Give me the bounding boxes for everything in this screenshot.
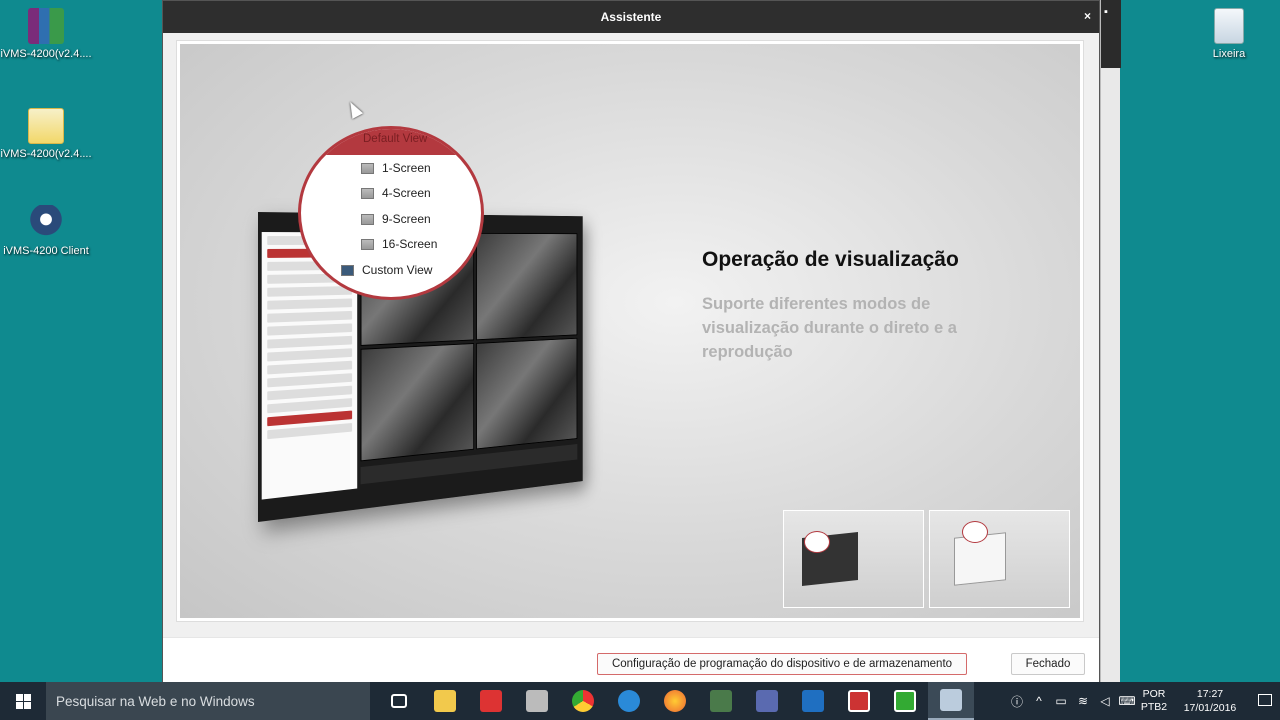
taskbar-app-x[interactable] xyxy=(468,682,514,720)
battery-icon[interactable]: ▭ xyxy=(1050,694,1072,708)
camera-view xyxy=(475,232,578,340)
callout-header-label: Default View xyxy=(363,133,428,145)
chrome-icon xyxy=(572,690,594,712)
taskbar-app-bookmark[interactable] xyxy=(836,682,882,720)
notification-icon xyxy=(1258,693,1272,706)
taskbar-chrome[interactable] xyxy=(560,682,606,720)
network-app-icon xyxy=(710,690,732,712)
dialog-close-button[interactable]: × xyxy=(1084,9,1091,23)
view-option-label: 1-Screen xyxy=(382,161,431,175)
desktop-icon-label: iVMS-4200(v2.4.... xyxy=(0,48,92,60)
view-option-label: 16-Screen xyxy=(382,237,438,251)
taskbar-file-explorer[interactable] xyxy=(422,682,468,720)
desktop-icon-winrar[interactable]: iVMS-4200(v2.4.... xyxy=(0,8,94,60)
taskbar-internet-explorer[interactable] xyxy=(606,682,652,720)
assistant-dialog: Assistente × Default View 1-Screen 4-Scr… xyxy=(162,0,1100,683)
dialog-body: Default View 1-Screen 4-Screen 9-Screen … xyxy=(163,33,1099,683)
language-indicator[interactable]: POR PTB2 xyxy=(1138,688,1170,714)
view-option-label: Custom View xyxy=(362,263,433,277)
folder-file-icon xyxy=(28,108,64,144)
taskbar-app-network[interactable] xyxy=(698,682,744,720)
wifi-icon[interactable]: ≋ xyxy=(1072,694,1094,708)
camera-view xyxy=(360,342,474,462)
chevron-up-icon[interactable]: ^ xyxy=(1028,694,1050,708)
task-view-button[interactable] xyxy=(376,682,422,720)
language-code: POR xyxy=(1142,688,1166,700)
desktop-icon-label: iVMS-4200(v2.4.... xyxy=(0,148,92,160)
thumbnail-callout xyxy=(962,521,988,543)
internet-explorer-icon xyxy=(618,690,640,712)
keyboard-icon[interactable]: ⌨ xyxy=(1116,694,1138,708)
slide-thumbnail-2[interactable] xyxy=(929,510,1070,608)
screen-layout-icon xyxy=(361,238,374,250)
task-view-icon xyxy=(391,694,407,708)
start-button[interactable] xyxy=(0,682,46,720)
taskbar-apps xyxy=(376,682,974,720)
device-schedule-config-button[interactable]: Configuração de programação do dispositi… xyxy=(597,653,967,675)
dialog-footer: Configuração de programação do dispositi… xyxy=(163,637,1099,683)
slide-thumbnail-1[interactable] xyxy=(783,510,924,608)
firefox-icon xyxy=(664,690,686,712)
slide-description: Suporte diferentes modos de visualização… xyxy=(702,295,957,361)
taskbar-app-remote[interactable] xyxy=(744,682,790,720)
close-icon[interactable]: ▪ xyxy=(1104,6,1108,18)
taskbar-clock[interactable]: 17:27 17/01/2016 xyxy=(1170,687,1250,715)
volume-icon[interactable]: ◁ xyxy=(1094,694,1116,708)
remote-desktop-icon xyxy=(756,690,778,712)
taskbar-ivms-client[interactable] xyxy=(928,682,974,720)
winrar-archive-icon xyxy=(28,8,64,44)
taskbar-camtasia[interactable] xyxy=(882,682,928,720)
desktop-icon-folder[interactable]: iVMS-4200(v2.4.... xyxy=(0,108,94,160)
view-option-label: 4-Screen xyxy=(382,186,431,200)
dialog-titlebar: Assistente × xyxy=(163,1,1099,33)
action-center-button[interactable] xyxy=(1250,693,1280,709)
view-option-label: 9-Screen xyxy=(382,212,431,226)
desktop-icon-label: iVMS-4200 Client xyxy=(3,245,89,257)
outlook-icon xyxy=(802,690,824,712)
desktop-icon-label: Lixeira xyxy=(1212,48,1246,60)
camera-app-icon xyxy=(28,205,64,241)
desktop-icon-ivms-client[interactable]: iVMS-4200 Client xyxy=(0,205,94,257)
screen-layout-icon xyxy=(361,187,374,199)
ivms-client-icon xyxy=(940,689,962,711)
dialog-title: Assistente xyxy=(600,10,662,24)
system-tray: ⓘ ^ ▭ ≋ ◁ ⌨ POR PTB2 17:27 17/01/2016 xyxy=(1006,682,1280,720)
wizard-slide: Default View 1-Screen 4-Screen 9-Screen … xyxy=(176,40,1084,622)
search-placeholder: Pesquisar na Web e no Windows xyxy=(56,693,255,709)
custom-view-icon xyxy=(341,264,354,276)
camtasia-icon xyxy=(894,690,916,712)
screen-layout-icon xyxy=(361,162,374,174)
bookmark-app-icon xyxy=(848,690,870,712)
info-tray-icon[interactable]: ⓘ xyxy=(1006,693,1028,710)
windows-logo-icon xyxy=(15,693,31,709)
x-app-icon xyxy=(480,690,502,712)
taskbar-outlook[interactable] xyxy=(790,682,836,720)
folder-icon xyxy=(434,690,456,712)
background-window-edge: ▪ xyxy=(1100,0,1121,682)
recycle-bin-icon xyxy=(1214,8,1244,44)
taskbar: Pesquisar na Web e no Windows ⓘ ^ ▭ ≋ ◁ … xyxy=(0,682,1280,720)
camera-view xyxy=(475,337,578,450)
view-mode-callout: Default View 1-Screen 4-Screen 9-Screen … xyxy=(298,126,484,300)
view-option: 1-Screen xyxy=(361,161,431,175)
keyboard-layout: PTB2 xyxy=(1140,701,1168,713)
clock-date: 17/01/2016 xyxy=(1183,702,1237,714)
taskbar-firefox[interactable] xyxy=(652,682,698,720)
thumbnail-callout xyxy=(804,531,830,553)
view-option: 9-Screen xyxy=(361,212,431,226)
desktop-icon-recycle-bin[interactable]: Lixeira xyxy=(1181,8,1277,60)
view-option: 4-Screen xyxy=(361,186,431,200)
screen-layout-icon xyxy=(361,213,374,225)
close-button[interactable]: Fechado xyxy=(1011,653,1085,675)
tool-app-icon xyxy=(526,690,548,712)
taskbar-search-box[interactable]: Pesquisar na Web e no Windows xyxy=(46,682,370,720)
clock-time: 17:27 xyxy=(1196,688,1224,700)
view-option: 16-Screen xyxy=(361,237,437,251)
slide-title: Operação de visualização xyxy=(702,248,959,271)
taskbar-app-tool[interactable] xyxy=(514,682,560,720)
background-window-titlebar: ▪ xyxy=(1101,0,1121,68)
view-option: Custom View xyxy=(341,263,432,277)
